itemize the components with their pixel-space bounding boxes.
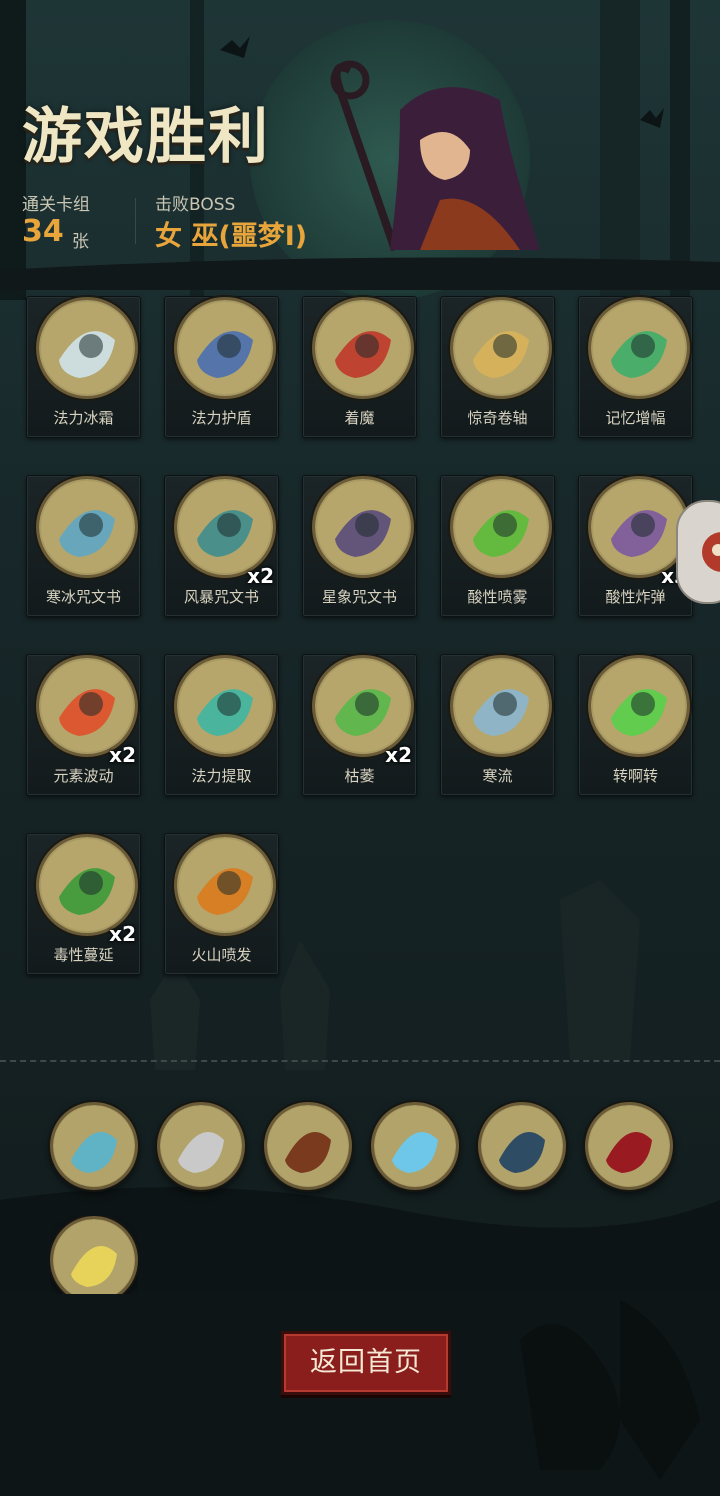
volcano-icon	[177, 837, 273, 933]
side-tab-icon	[702, 532, 720, 572]
card-tile[interactable]: 寒流	[440, 654, 555, 796]
card-name: 法力护盾	[191, 409, 252, 427]
holy-tome-relic-icon	[267, 1105, 349, 1187]
possessed-icon	[315, 300, 411, 396]
acid-bomb-icon	[591, 479, 687, 575]
card-name: 火山喷发	[191, 946, 252, 964]
card-name: 酸性喷雾	[467, 588, 528, 606]
side-tab-handle[interactable]	[676, 500, 720, 604]
tornado-relic-icon	[481, 1105, 563, 1187]
star-spellbook-icon	[315, 479, 411, 575]
poison-spread-icon	[39, 837, 135, 933]
card-name: 记忆增幅	[605, 409, 666, 427]
relic-item[interactable]	[157, 1102, 245, 1190]
boss-label: 击败BOSS	[155, 195, 236, 215]
card-multiplier: x2	[109, 922, 136, 946]
glowing-book-relic-icon	[53, 1219, 135, 1294]
victory-title: 游戏胜利	[22, 102, 270, 172]
stat-divider	[135, 198, 136, 244]
card-tile[interactable]: 元素波动 x2	[26, 654, 141, 796]
card-multiplier: x2	[385, 743, 412, 767]
brain-icon	[591, 300, 687, 396]
card-tile[interactable]: 星象咒文书	[302, 475, 417, 617]
card-art	[36, 297, 138, 399]
cold-current-icon	[453, 658, 549, 754]
card-tile[interactable]: 酸性喷雾	[440, 475, 555, 617]
card-art	[312, 476, 414, 578]
card-tile[interactable]: 风暴咒文书 x2	[164, 475, 279, 617]
ice-spellbook-icon	[39, 479, 135, 575]
card-tile[interactable]: 转啊转	[578, 654, 693, 796]
relic-item[interactable]	[50, 1216, 138, 1294]
ice-crystal-relic-icon	[374, 1105, 456, 1187]
card-tile[interactable]: 法力提取	[164, 654, 279, 796]
acid-spray-icon	[453, 479, 549, 575]
card-name: 毒性蔓延	[53, 946, 114, 964]
card-art	[174, 297, 276, 399]
card-art	[36, 834, 138, 936]
card-name: 法力冰霜	[53, 409, 114, 427]
elemental-wave-icon	[39, 658, 135, 754]
mana-skull-icon	[177, 658, 273, 754]
card-name: 元素波动	[53, 767, 114, 785]
card-tile[interactable]: 法力冰霜	[26, 296, 141, 438]
vampire-relic-icon	[588, 1105, 670, 1187]
section-divider	[0, 1060, 720, 1062]
card-tile[interactable]: 寒冰咒文书	[26, 475, 141, 617]
card-name: 星象咒文书	[321, 588, 397, 606]
card-tile[interactable]: 记忆增幅	[578, 296, 693, 438]
storm-spellbook-icon	[177, 479, 273, 575]
scroll-icon	[453, 300, 549, 396]
card-art	[450, 476, 552, 578]
card-tile[interactable]: 法力护盾	[164, 296, 279, 438]
deck-label: 通关卡组	[22, 195, 90, 215]
card-art	[36, 476, 138, 578]
card-art	[450, 297, 552, 399]
card-art	[312, 655, 414, 757]
card-name: 转啊转	[612, 767, 658, 785]
card-art	[36, 655, 138, 757]
card-art	[588, 655, 690, 757]
card-art	[588, 297, 690, 399]
relic-item[interactable]	[585, 1102, 673, 1190]
return-home-button[interactable]: 返回首页	[281, 1331, 451, 1395]
card-name: 惊奇卷轴	[467, 409, 528, 427]
wither-icon	[315, 658, 411, 754]
card-name: 酸性炸弹	[605, 588, 666, 606]
card-name: 寒冰咒文书	[45, 588, 121, 606]
magnifier-relic-icon	[160, 1105, 242, 1187]
card-multiplier: x2	[109, 743, 136, 767]
card-art	[588, 476, 690, 578]
card-name: 着魔	[344, 409, 375, 427]
card-art	[450, 655, 552, 757]
card-tile[interactable]: 惊奇卷轴	[440, 296, 555, 438]
deck-unit: 张	[72, 232, 89, 252]
card-name: 法力提取	[191, 767, 252, 785]
open-book-relic-icon	[53, 1105, 135, 1187]
card-art	[174, 655, 276, 757]
deck-count: 34	[22, 214, 64, 249]
frost-mana-icon	[39, 300, 135, 396]
relic-item[interactable]	[50, 1102, 138, 1190]
relic-item[interactable]	[264, 1102, 352, 1190]
card-art	[174, 834, 276, 936]
mana-shield-icon	[177, 300, 273, 396]
relic-item[interactable]	[478, 1102, 566, 1190]
card-tile[interactable]: 枯萎 x2	[302, 654, 417, 796]
card-multiplier: x2	[247, 564, 274, 588]
green-vortex-icon	[591, 658, 687, 754]
card-tile[interactable]: 毒性蔓延 x2	[26, 833, 141, 975]
card-tile[interactable]: 火山喷发	[164, 833, 279, 975]
card-name: 风暴咒文书	[183, 588, 259, 606]
card-art	[312, 297, 414, 399]
relic-item[interactable]	[371, 1102, 459, 1190]
card-name: 枯萎	[344, 767, 375, 785]
card-art	[174, 476, 276, 578]
card-tile[interactable]: 着魔	[302, 296, 417, 438]
card-name: 寒流	[482, 767, 513, 785]
boss-name: 女 巫(噩梦I)	[155, 221, 308, 252]
